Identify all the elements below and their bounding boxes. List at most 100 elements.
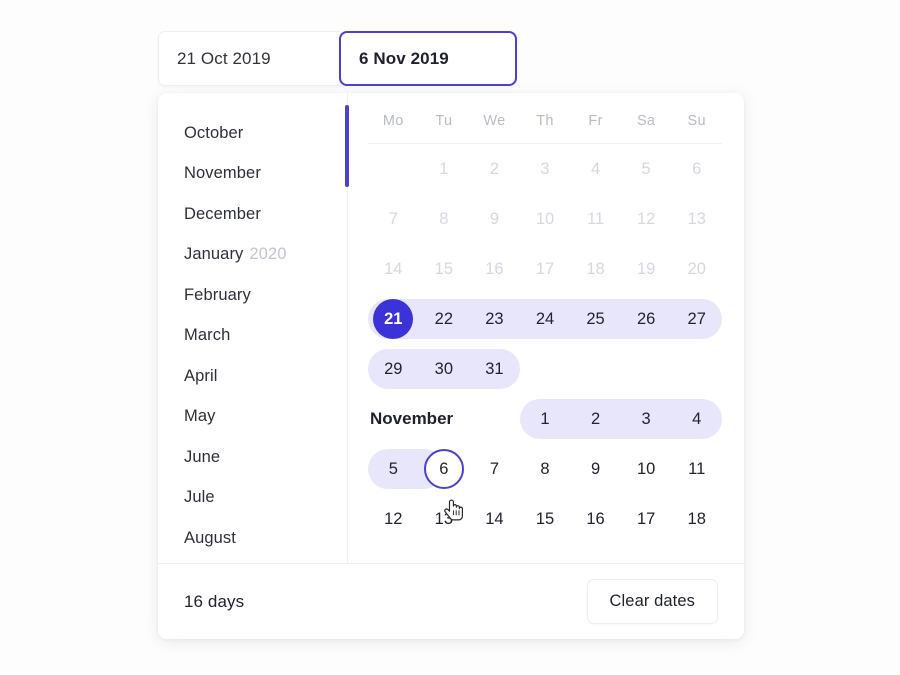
day-cell: 8 <box>439 209 449 228</box>
day-cell[interactable]: 15 <box>520 499 571 539</box>
month-label: March <box>184 326 231 345</box>
calendar-week-row: 1 2 3 4 5 6 <box>368 144 722 194</box>
day-cell: 2 <box>489 159 500 178</box>
weekday-header-row: Mo Tu We Th Fr Sa Su <box>368 93 722 144</box>
day-cell-in-range[interactable]: 4 <box>671 399 722 439</box>
month-label: June <box>184 447 221 466</box>
day-cell-in-range[interactable]: 23 <box>469 299 520 339</box>
day-cell: 18 <box>586 259 605 278</box>
day-cell[interactable]: 14 <box>469 499 520 539</box>
day-cell: 3 <box>540 159 550 178</box>
month-label: November <box>184 164 261 183</box>
calendar-week-row: 14 15 16 17 18 19 20 <box>368 244 722 294</box>
start-date-field[interactable]: 21 Oct 2019 <box>158 31 340 86</box>
date-range-picker: 21 Oct 2019 6 Nov 2019 October November … <box>0 0 900 675</box>
month-item-february[interactable]: February <box>158 275 348 316</box>
day-cell: 11 <box>586 209 605 228</box>
day-cell-empty <box>520 349 571 389</box>
calendar-week-row-selected: 21 22 23 24 25 26 27 <box>368 294 722 344</box>
day-cell-in-range[interactable]: 24 <box>520 299 571 339</box>
month-item-april[interactable]: April <box>158 356 348 397</box>
day-cell-in-range[interactable]: 30 <box>419 349 470 389</box>
month-label: January <box>184 245 244 264</box>
month-list[interactable]: October November December January 2020 F… <box>158 93 349 563</box>
calendar-week-row: 29 30 31 <box>368 344 722 394</box>
month-item-january[interactable]: January 2020 <box>158 235 348 276</box>
clear-dates-button[interactable]: Clear dates <box>586 579 718 624</box>
day-cell[interactable]: 16 <box>570 499 621 539</box>
day-cell-empty <box>368 149 419 189</box>
calendar-week-row: 7 8 9 10 11 12 13 <box>368 194 722 244</box>
month-label: December <box>184 204 261 223</box>
month-label: February <box>184 285 251 304</box>
month-label: August <box>184 528 236 547</box>
day-cell-selected-start[interactable]: 21 <box>368 299 419 339</box>
day-cell-empty <box>671 349 722 389</box>
month-label: October <box>184 123 244 142</box>
month-item-august[interactable]: August <box>158 518 348 559</box>
month-item-march[interactable]: March <box>158 316 348 357</box>
weekday-mo: Mo <box>382 113 404 129</box>
day-cell-in-range[interactable]: 2 <box>570 399 621 439</box>
month-item-december[interactable]: December <box>158 194 348 235</box>
calendar-week-row-november-start: November 1 2 3 4 <box>368 394 722 444</box>
calendar-panel: October November December January 2020 F… <box>158 93 744 639</box>
month-item-june[interactable]: June <box>158 437 348 478</box>
end-date-field[interactable]: 6 Nov 2019 <box>339 31 517 86</box>
day-cell: 16 <box>485 259 504 278</box>
day-cell[interactable]: 10 <box>621 449 672 489</box>
day-cell[interactable]: 8 <box>520 449 571 489</box>
month-item-october[interactable]: October <box>158 113 348 154</box>
day-cell[interactable]: 12 <box>368 499 419 539</box>
day-cell: 15 <box>434 259 454 278</box>
day-cell: 12 <box>636 209 656 228</box>
day-cell-in-range[interactable]: 22 <box>419 299 470 339</box>
day-cell: 20 <box>687 259 706 278</box>
day-cell-hovered[interactable]: 6 <box>419 449 470 489</box>
day-cell: 5 <box>641 159 651 178</box>
day-cell-in-range[interactable]: 27 <box>671 299 722 339</box>
day-cell[interactable]: 18 <box>671 499 722 539</box>
day-cell[interactable]: 11 <box>671 449 722 489</box>
calendar-week-row-hovered: 5 6 7 8 9 10 11 <box>368 444 722 494</box>
month-label: Jule <box>184 488 215 507</box>
calendar-footer: 16 days Clear dates <box>158 563 744 639</box>
month-item-may[interactable]: May <box>158 397 348 438</box>
day-cell: 10 <box>535 209 555 228</box>
day-cell: 13 <box>687 209 706 228</box>
day-cell-in-range[interactable]: 31 <box>469 349 520 389</box>
day-cell-in-range[interactable]: 1 <box>520 399 571 439</box>
weekday-su: Su <box>687 113 706 129</box>
day-cell-in-range[interactable]: 25 <box>570 299 621 339</box>
day-cell-in-range[interactable]: 3 <box>621 399 672 439</box>
month-label: April <box>184 366 218 385</box>
weekday-tu: Tu <box>435 113 453 129</box>
day-cell: 9 <box>489 209 500 228</box>
month-item-jule[interactable]: Jule <box>158 478 348 519</box>
month-label: May <box>184 407 216 426</box>
days-count-label: 16 days <box>184 591 245 611</box>
calendar-grid: Mo Tu We Th Fr Sa Su 1 2 3 4 5 6 7 8 9 1… <box>348 93 744 563</box>
weekday-fr: Fr <box>588 113 603 129</box>
day-cell-in-range[interactable]: 5 <box>368 449 419 489</box>
day-cell-in-range[interactable]: 29 <box>368 349 419 389</box>
calendar-panel-body: October November December January 2020 F… <box>158 93 744 563</box>
day-cell[interactable]: 13 <box>419 499 470 539</box>
weekday-sa: Sa <box>636 113 656 129</box>
day-cell[interactable]: 9 <box>570 449 621 489</box>
day-cell: 19 <box>636 259 656 278</box>
day-cell-empty <box>621 349 672 389</box>
day-cell: 17 <box>535 259 555 278</box>
month-item-november[interactable]: November <box>158 154 348 195</box>
calendar-week-row: 12 13 14 15 16 17 18 <box>368 494 722 544</box>
weekday-we: We <box>483 113 506 129</box>
november-inline-label: November <box>370 409 454 428</box>
day-cell: 4 <box>590 159 601 178</box>
day-cell-in-range[interactable]: 26 <box>621 299 672 339</box>
day-cell: 7 <box>388 209 398 228</box>
day-cell: 14 <box>384 259 403 278</box>
day-cell[interactable]: 17 <box>621 499 672 539</box>
month-year-label: 2020 <box>249 245 287 264</box>
day-cell: 6 <box>692 159 702 178</box>
day-cell[interactable]: 7 <box>469 449 520 489</box>
